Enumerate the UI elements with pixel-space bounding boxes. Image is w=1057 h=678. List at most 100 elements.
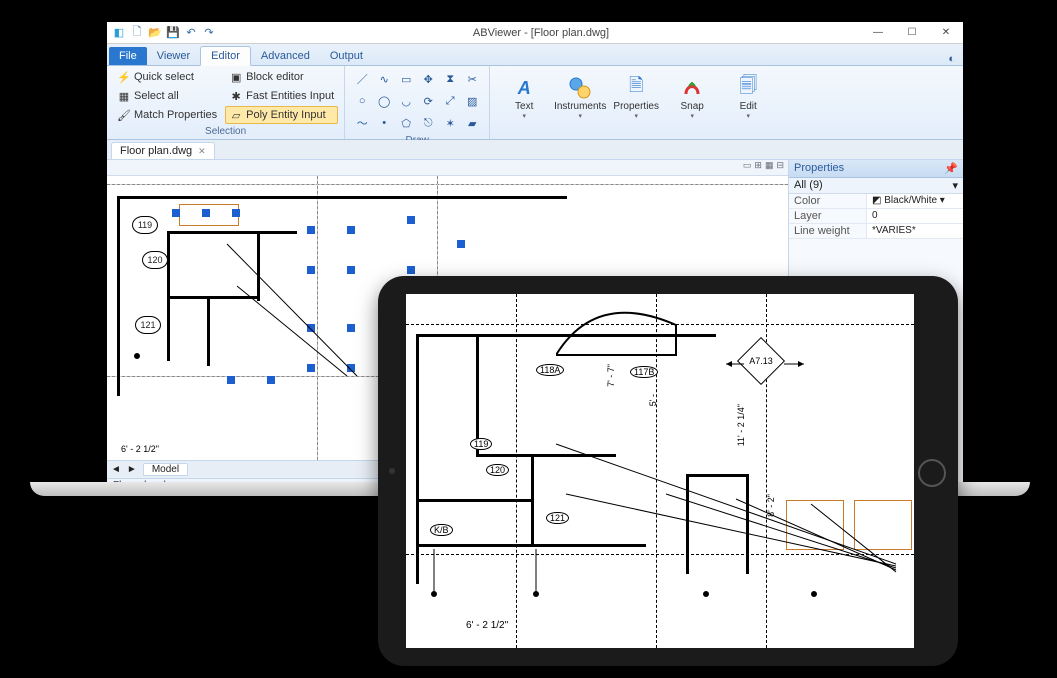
redo-icon[interactable]: ↷ xyxy=(201,25,217,41)
fast-entities-button[interactable]: ✱Fast Entities Input xyxy=(225,87,338,105)
match-properties-button[interactable]: 🖌Match Properties xyxy=(113,106,221,124)
block-editor-icon: ▣ xyxy=(229,70,243,84)
window-title: ABViewer - [Floor plan.dwg] xyxy=(221,27,861,39)
draw-fill-icon[interactable]: ▰ xyxy=(461,112,483,134)
prop-key: Color xyxy=(789,194,867,208)
draw-move-icon[interactable]: ✥ xyxy=(417,68,439,90)
draw-offset-icon[interactable]: ⎋ xyxy=(417,112,439,134)
model-prev-icon[interactable]: ◄ xyxy=(111,464,121,475)
select-all-button[interactable]: ▦Select all xyxy=(113,87,221,105)
model-tab[interactable]: Model xyxy=(143,463,188,476)
instruments-icon xyxy=(567,75,593,101)
snap-button[interactable]: Snap▾ xyxy=(664,68,720,125)
app-menu-icon[interactable]: ◧ xyxy=(111,25,127,41)
block-editor-label: Block editor xyxy=(246,71,303,83)
draw-polygon-icon[interactable]: ⬠ xyxy=(395,112,417,134)
ribbon-group-selection: ⚡Quick select ▦Select all 🖌Match Propert… xyxy=(107,66,345,139)
quick-access-toolbar: ◧ 🗋 📂 💾 ↶ ↷ xyxy=(107,25,221,41)
draw-arc-icon[interactable]: ◡ xyxy=(395,90,417,112)
draw-rotate-icon[interactable]: ⟳ xyxy=(417,90,439,112)
prop-value: 0 xyxy=(867,209,963,223)
fast-entities-icon: ✱ xyxy=(229,89,243,103)
prop-key: Line weight xyxy=(789,224,867,238)
tablet-dim-v1: 7' - 7" xyxy=(606,364,616,387)
draw-ellipse-icon[interactable]: ◯ xyxy=(373,90,395,112)
help-icon[interactable]: ◐ xyxy=(940,53,963,65)
edit-icon: 🗐 xyxy=(735,75,761,101)
document-tab-label: Floor plan.dwg xyxy=(120,145,192,157)
model-next-icon[interactable]: ► xyxy=(127,464,137,475)
ribbon-group-draw: ／ ∿ ▭ ✥ ⧗ ✂ ○ ◯ ◡ ⟳ ⤢ ▨ ～ • ⬠ xyxy=(345,66,490,139)
draw-circle-icon[interactable]: ○ xyxy=(351,90,373,112)
draw-polyline-icon[interactable]: ∿ xyxy=(373,68,395,90)
draw-scale-icon[interactable]: ⤢ xyxy=(439,90,461,112)
select-all-icon: ▦ xyxy=(117,89,131,103)
draw-rect-icon[interactable]: ▭ xyxy=(395,68,417,90)
prop-value: *VARIES* xyxy=(867,224,963,238)
tablet-frame: 118A 117B 119 120 121 K/B A7.13 xyxy=(378,276,958,666)
prop-row-lineweight[interactable]: Line weight *VARIES* xyxy=(789,224,963,239)
tab-editor[interactable]: Editor xyxy=(200,46,251,66)
canvas-tool-1-icon[interactable]: ▭ xyxy=(743,160,752,175)
document-tab-strip: Floor plan.dwg ✕ xyxy=(107,140,963,160)
prop-row-layer[interactable]: Layer 0 xyxy=(789,209,963,224)
canvas-mini-toolbar: ▭ ⊞ ▦ ⊟ xyxy=(107,160,788,176)
draw-trim-icon[interactable]: ✂ xyxy=(461,68,483,90)
poly-entity-label: Poly Entity Input xyxy=(246,109,326,121)
properties-button[interactable]: 🗎 Properties▾ xyxy=(608,68,664,125)
undo-icon[interactable]: ↶ xyxy=(183,25,199,41)
instruments-button[interactable]: Instruments▾ xyxy=(552,68,608,125)
poly-entity-button[interactable]: ▱Poly Entity Input xyxy=(225,106,338,124)
document-tab-close-icon[interactable]: ✕ xyxy=(198,146,206,157)
tab-advanced[interactable]: Advanced xyxy=(251,47,320,65)
tablet-dim-v3: 11' - 2 1/4" xyxy=(736,404,746,446)
document-tab[interactable]: Floor plan.dwg ✕ xyxy=(111,142,215,159)
properties-panel-title: Properties xyxy=(794,162,844,175)
block-editor-button[interactable]: ▣Block editor xyxy=(225,68,338,86)
draw-explode-icon[interactable]: ✶ xyxy=(439,112,461,134)
match-props-label: Match Properties xyxy=(134,109,217,121)
draw-line-icon[interactable]: ／ xyxy=(351,68,373,90)
minimize-button[interactable]: — xyxy=(861,22,895,44)
tablet-canvas[interactable]: 118A 117B 119 120 121 K/B A7.13 xyxy=(406,294,914,648)
ribbon-group-selection-label: Selection xyxy=(113,125,338,137)
select-all-label: Select all xyxy=(134,90,179,102)
properties-label: Properties xyxy=(613,101,659,112)
new-icon[interactable]: 🗋 xyxy=(129,25,145,41)
draw-spline-icon[interactable]: ～ xyxy=(351,112,373,134)
quick-select-label: Quick select xyxy=(134,71,194,83)
maximize-button[interactable]: ☐ xyxy=(895,22,929,44)
properties-selector[interactable]: All (9) ▾ xyxy=(789,178,963,194)
close-button[interactable]: ✕ xyxy=(929,22,963,44)
edit-button[interactable]: 🗐 Edit▾ xyxy=(720,68,776,125)
fast-entities-label: Fast Entities Input xyxy=(246,90,334,102)
ribbon-group-big: A Text▾ Instruments▾ 🗎 Properties▾ xyxy=(490,66,782,139)
prop-row-color[interactable]: Color ◩ Black/White ▾ xyxy=(789,194,963,209)
canvas-tool-2-icon[interactable]: ⊞ xyxy=(754,160,762,175)
tablet-dim-bottom: 6' - 2 1/2" xyxy=(466,620,508,631)
properties-pin-icon[interactable]: 📌 xyxy=(944,162,958,175)
draw-point-icon[interactable]: • xyxy=(373,112,395,134)
poly-entity-icon: ▱ xyxy=(229,108,243,122)
snap-label: Snap xyxy=(681,101,704,112)
tab-viewer[interactable]: Viewer xyxy=(147,47,200,65)
draw-mirror-icon[interactable]: ⧗ xyxy=(439,68,461,90)
tablet-dim-v2: 5' - xyxy=(648,394,658,406)
canvas-tool-4-icon[interactable]: ⊟ xyxy=(776,160,784,175)
text-button[interactable]: A Text▾ xyxy=(496,68,552,125)
open-icon[interactable]: 📂 xyxy=(147,25,163,41)
text-label: Text xyxy=(515,101,533,112)
file-tab[interactable]: File xyxy=(109,47,147,65)
snap-icon xyxy=(679,75,705,101)
quick-select-button[interactable]: ⚡Quick select xyxy=(113,68,221,86)
window-controls: — ☐ ✕ xyxy=(861,22,963,44)
tab-output[interactable]: Output xyxy=(320,47,373,65)
properties-icon: 🗎 xyxy=(623,75,649,101)
edit-label: Edit xyxy=(740,101,757,112)
tablet-camera xyxy=(389,468,395,474)
save-icon[interactable]: 💾 xyxy=(165,25,181,41)
canvas-tool-3-icon[interactable]: ▦ xyxy=(765,160,774,175)
draw-hatch-icon[interactable]: ▨ xyxy=(461,90,483,112)
prop-value-color: ◩ Black/White ▾ xyxy=(867,194,963,208)
properties-selector-label: All (9) xyxy=(794,179,823,192)
